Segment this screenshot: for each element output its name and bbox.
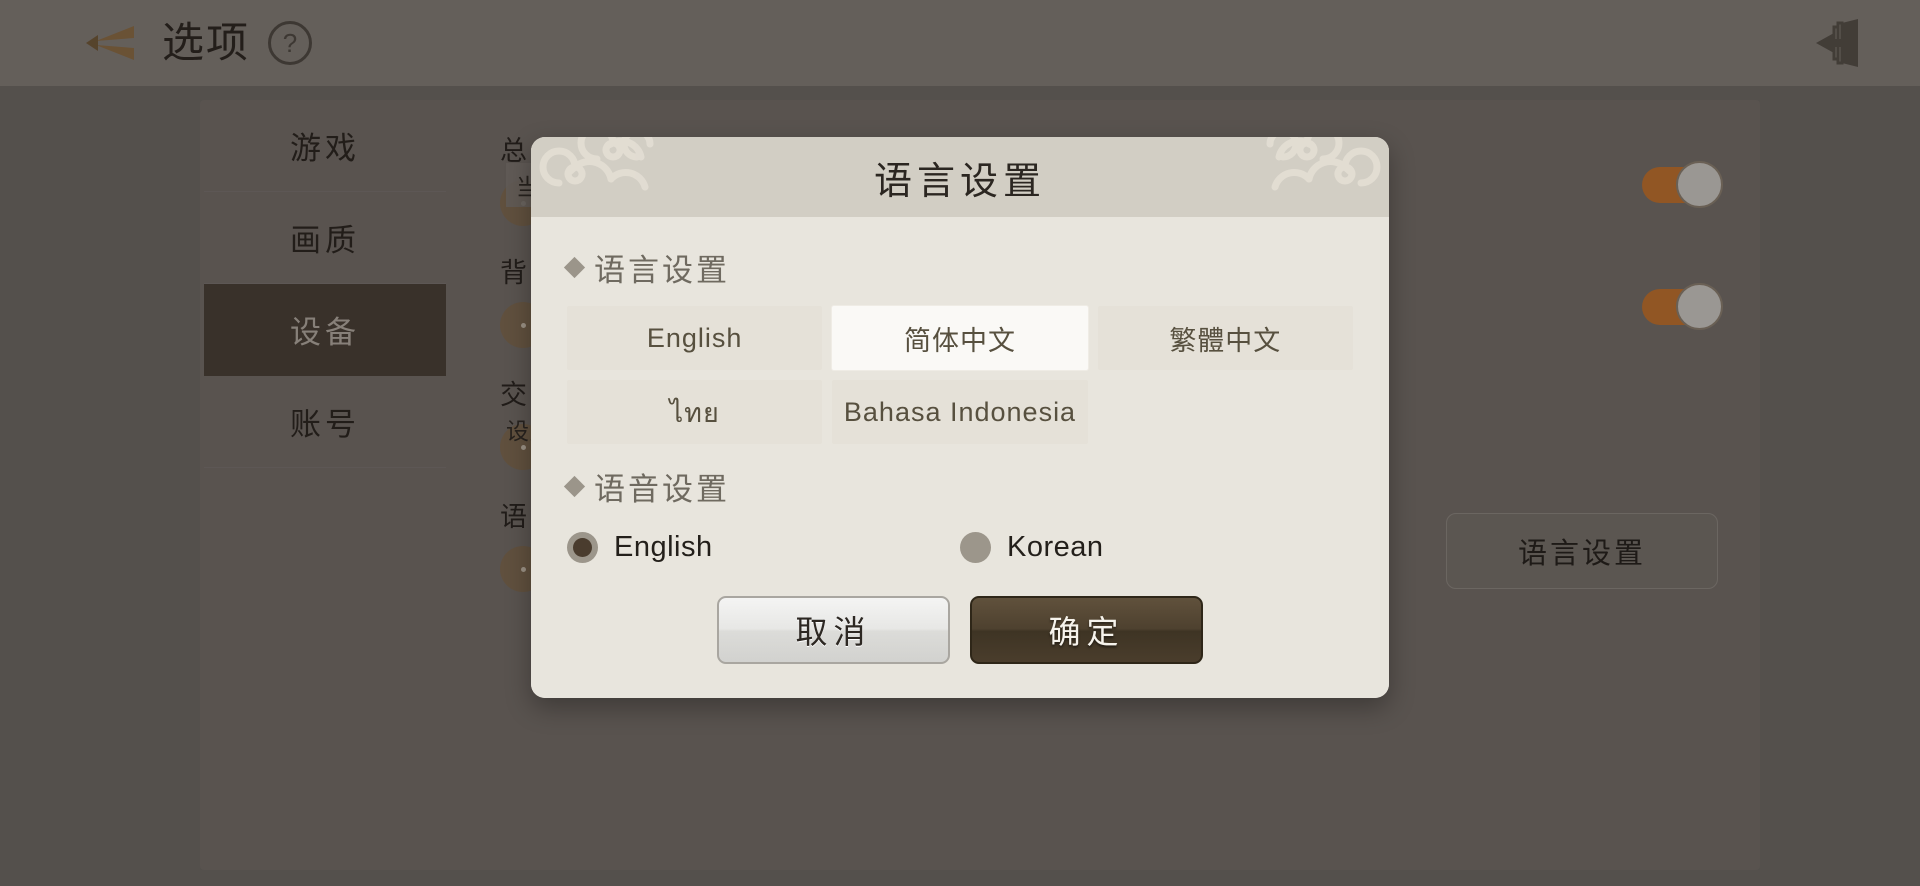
page-title: 选项 xyxy=(162,19,251,66)
language-option-english[interactable]: English xyxy=(567,306,823,370)
cloud-ornament-glyph xyxy=(539,137,654,191)
language-option-simplified-chinese[interactable]: 简体中文 xyxy=(832,306,1088,370)
sidebar: 游戏 画质 设备 账号 xyxy=(204,100,446,468)
confirm-button[interactable]: 确定 xyxy=(970,596,1203,664)
dialog-title: 语言设置 xyxy=(873,160,1046,203)
toggle-switch-notification[interactable] xyxy=(1642,161,1723,208)
voice-option-korean[interactable]: Korean xyxy=(960,531,1353,564)
sidebar-item-label: 画质 xyxy=(290,223,360,258)
voice-section-header: 语音设置 xyxy=(563,464,1353,509)
toggle-knob xyxy=(1676,161,1723,208)
sidebar-item-graphics[interactable]: 画质 xyxy=(204,192,446,284)
voice-option-english[interactable]: English xyxy=(567,531,960,564)
language-settings-button-label: 语言设置 xyxy=(1517,538,1646,570)
app-root: 选项 ? 游戏 画质 设备 账号 总 背 交 语 语言设置 语言设置 语言设置 … xyxy=(0,0,1920,886)
exit-door-icon[interactable] xyxy=(1812,15,1868,71)
cloud-ornament-icon xyxy=(1231,137,1381,217)
sidebar-item-label: 游戏 xyxy=(290,131,360,166)
language-option-label: English xyxy=(646,322,743,353)
radio-button-korean[interactable] xyxy=(960,532,991,563)
language-option-thai[interactable]: ไทย xyxy=(567,380,823,444)
toggle-knob xyxy=(1676,283,1723,330)
back-arrow-glyph xyxy=(86,26,134,60)
language-option-label: 繁體中文 xyxy=(1169,325,1282,356)
cancel-button-label: 取消 xyxy=(795,614,872,650)
setting-control xyxy=(1642,283,1723,330)
dialog-body: 语言设置 English 简体中文 繁體中文 ไทย Bahasa Indone… xyxy=(531,217,1389,564)
dialog-header: 语言设置 xyxy=(531,137,1389,217)
language-option-traditional-chinese[interactable]: 繁體中文 xyxy=(1097,306,1353,370)
voice-options-row: English Korean xyxy=(567,531,1353,564)
setting-control xyxy=(1642,161,1723,208)
language-option-bahasa-indonesia[interactable]: Bahasa Indonesia xyxy=(832,380,1088,444)
language-section-title: 语言设置 xyxy=(594,253,730,288)
dialog-footer: 取消 确定 xyxy=(531,590,1389,698)
sidebar-item-game[interactable]: 游戏 xyxy=(204,100,446,192)
language-option-label: 简体中文 xyxy=(903,325,1016,356)
language-options-grid: English 简体中文 繁體中文 ไทย Bahasa Indonesia xyxy=(567,306,1353,444)
voice-section-title: 语音设置 xyxy=(594,472,730,507)
diamond-bullet-icon xyxy=(563,256,586,279)
cloud-ornament-glyph xyxy=(1266,137,1381,191)
language-settings-button[interactable]: 语言设置 xyxy=(1446,513,1718,589)
sidebar-item-account[interactable]: 账号 xyxy=(204,376,446,468)
voice-option-label: Korean xyxy=(1007,531,1104,563)
toggle-switch-second[interactable] xyxy=(1642,283,1723,330)
language-settings-dialog: 语言设置 语言设置 English 简体中文 繁體中文 ไทย Bahasa I… xyxy=(531,137,1389,698)
radio-button-english[interactable] xyxy=(567,532,598,563)
language-option-placeholder xyxy=(1098,380,1353,444)
sidebar-item-label: 设备 xyxy=(290,315,360,350)
cloud-ornament-icon xyxy=(539,137,689,217)
voice-option-label: English xyxy=(614,531,713,563)
cancel-button[interactable]: 取消 xyxy=(717,596,950,664)
language-option-label: ไทย xyxy=(669,397,720,428)
language-option-label: Bahasa Indonesia xyxy=(843,396,1077,427)
language-section-header: 语言设置 xyxy=(563,245,1353,290)
sidebar-item-device[interactable]: 设备 xyxy=(204,284,446,376)
confirm-button-label: 确定 xyxy=(1048,614,1125,650)
diamond-bullet-icon xyxy=(563,475,586,498)
top-bar: 选项 ? xyxy=(0,0,1920,86)
back-arrow-icon[interactable] xyxy=(84,22,146,64)
setting-control: 语言设置 xyxy=(1446,513,1718,589)
sidebar-item-label: 账号 xyxy=(290,407,360,442)
help-question-icon[interactable]: ? xyxy=(268,21,313,65)
exit-door-glyph xyxy=(1816,19,1858,67)
